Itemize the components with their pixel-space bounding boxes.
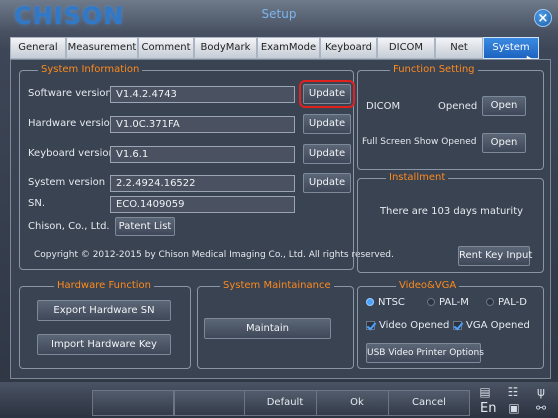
dicom-status: Opened <box>438 101 478 112</box>
tab-comment[interactable]: Comment <box>138 37 194 59</box>
software-version-label: Software version <box>28 88 112 99</box>
tab-bodymark[interactable]: BodyMark <box>194 37 257 59</box>
monitor-icon: ▣ <box>508 401 520 415</box>
video-opened-checkbox[interactable]: Video Opened <box>366 320 449 331</box>
installment-group: Installment There are 103 days maturity … <box>357 172 544 273</box>
cancel-button[interactable]: Cancel <box>388 390 470 416</box>
vga-opened-checkbox[interactable]: VGA Opened <box>453 320 530 331</box>
keyboard-update-button[interactable]: Update <box>303 144 351 164</box>
checkbox-checked-icon <box>453 320 462 330</box>
usb-video-printer-options-button[interactable]: USB Video Printer Options <box>366 343 484 363</box>
storage-icon: ▤ <box>479 385 491 399</box>
software-update-button[interactable]: Update <box>299 80 355 108</box>
pal-m-label: PAL-M <box>439 297 469 308</box>
fullscreen-open-button[interactable]: Open <box>482 133 526 153</box>
system-update-button[interactable]: Update <box>303 173 351 193</box>
ok-button[interactable]: Ok <box>316 390 398 416</box>
dicom-label: DICOM <box>366 101 401 112</box>
radio-selected-icon <box>366 298 374 306</box>
system-maintainance-group: System Maintainance Maintain <box>197 280 354 369</box>
copyright-text: Copyright © 2012-2015 by Chison Medical … <box>34 250 394 260</box>
installment-message: There are 103 days maturity <box>379 206 524 217</box>
software-version-field: V1.4.2.4743 <box>110 86 295 103</box>
tab-keyboard[interactable]: Keyboard <box>320 37 377 59</box>
window-title: Setup <box>261 7 297 21</box>
system-version-label: System version <box>28 177 106 188</box>
export-hardware-sn-button[interactable]: Export Hardware SN <box>37 300 171 321</box>
ntsc-label: NTSC <box>378 297 405 308</box>
system-version-field: 2.2.4924.16522 <box>110 175 295 192</box>
keyboard-version-field: V1.6.1 <box>110 146 295 163</box>
plug-icon: ⚯ <box>535 401 547 415</box>
title-bar: CHISON Setup × <box>0 0 558 30</box>
network-icon: ☷ <box>507 385 519 399</box>
radio-empty-icon <box>427 298 435 306</box>
tab-net[interactable]: Net <box>435 37 483 59</box>
system-tab-panel: System Information Software version V1.4… <box>10 59 551 379</box>
ntsc-radio[interactable]: NTSC <box>366 297 405 308</box>
group-title: System Information <box>38 64 143 76</box>
tab-bar: General Measurement Comment BodyMark Exa… <box>10 37 550 59</box>
hardware-version-label: Hardware version <box>28 118 117 129</box>
sn-label: SN. <box>28 198 46 209</box>
usb-icon: ψ <box>537 385 545 399</box>
tab-exammode[interactable]: ExamMode <box>257 37 320 59</box>
tab-general[interactable]: General <box>10 37 66 59</box>
import-hardware-key-button[interactable]: Import Hardware Key <box>37 334 171 355</box>
checkbox-checked-icon <box>366 320 375 330</box>
system-information-group: System Information Software version V1.4… <box>19 64 394 270</box>
language-indicator: En <box>480 401 497 416</box>
group-title: Installment <box>386 172 449 184</box>
function-setting-group: Function Setting DICOM Opened Open Full … <box>357 64 544 170</box>
company-label: Chison, Co., Ltd. <box>28 221 110 232</box>
sn-field: ECO.1409059 <box>110 196 295 213</box>
hardware-function-group: Hardware Function Export Hardware SN Imp… <box>19 280 191 369</box>
hardware-version-field: V1.0C.371FA <box>110 116 295 133</box>
fullscreen-label: Full Screen Show Opened <box>362 137 477 147</box>
video-opened-label: Video Opened <box>379 320 450 331</box>
tab-measurement[interactable]: Measurement <box>66 37 138 59</box>
group-title: Video&VGA <box>396 280 460 292</box>
dicom-open-button[interactable]: Open <box>482 96 526 116</box>
group-title: Function Setting <box>390 64 478 76</box>
group-title: System Maintainance <box>220 280 334 292</box>
default-button[interactable]: Default <box>244 390 326 416</box>
group-title: Hardware Function <box>54 280 154 292</box>
vga-opened-label: VGA Opened <box>466 320 530 331</box>
patent-list-button[interactable]: Patent List <box>115 217 175 236</box>
pal-d-radio[interactable]: PAL-D <box>486 297 527 308</box>
pal-m-radio[interactable]: PAL-M <box>427 297 469 308</box>
keyboard-version-label: Keyboard version <box>28 148 115 159</box>
bottom-button-blank-1[interactable] <box>92 390 174 416</box>
close-icon[interactable]: × <box>534 9 552 27</box>
radio-empty-icon <box>486 298 494 306</box>
bottom-bar: Default Ok Cancel ▤ ☷ ψ En ▣ ⚯ <box>0 382 558 418</box>
video-vga-group: Video&VGA NTSC PAL-M PAL-D Video Opened … <box>357 280 544 369</box>
hardware-update-button[interactable]: Update <box>303 114 351 134</box>
tab-dicom[interactable]: DICOM <box>377 37 435 59</box>
maintain-button[interactable]: Maintain <box>204 318 331 339</box>
pal-d-label: PAL-D <box>498 297 527 308</box>
setup-window: CHISON Setup × General Measurement Comme… <box>0 0 558 418</box>
rent-key-input-button[interactable]: Rent Key Input <box>458 246 532 266</box>
